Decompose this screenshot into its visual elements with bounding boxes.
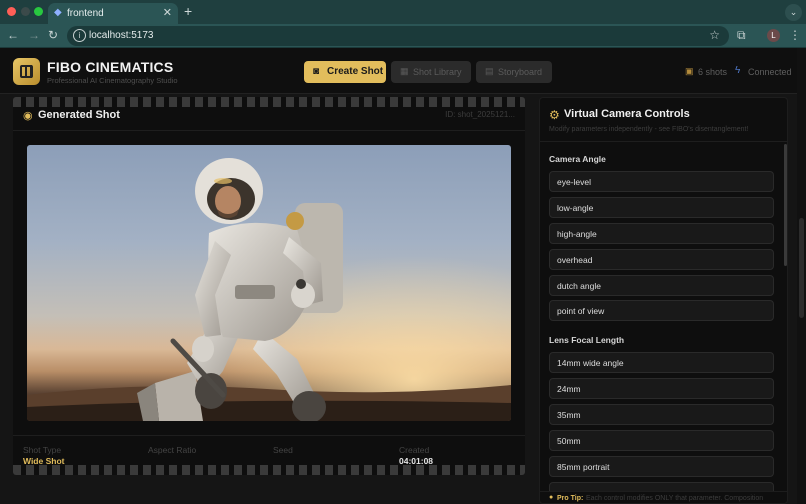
forward-arrow-icon[interactable]: → xyxy=(28,28,40,42)
app-header: FIBO CINEMATICS Professional AI Cinemato… xyxy=(0,48,806,94)
camera-icon: ◙ xyxy=(313,66,320,77)
address-bar[interactable]: i localhost:5173 ☆ xyxy=(67,26,729,46)
lens-option-85mm[interactable]: 85mm portrait xyxy=(549,456,774,477)
angle-option-eye-level[interactable]: eye-level xyxy=(549,171,774,192)
tab-title: frontend xyxy=(67,8,104,19)
storyboard-button[interactable]: ▤ Storyboard xyxy=(476,61,552,83)
brand-title: FIBO CINEMATICS xyxy=(47,59,174,75)
angle-option-high-angle[interactable]: high-angle xyxy=(549,223,774,244)
shot-type-label: Shot Type xyxy=(23,445,62,455)
angle-option-low-angle[interactable]: low-angle xyxy=(549,197,774,218)
window-maximize-button[interactable] xyxy=(34,7,43,16)
shot-library-button[interactable]: ▦ Shot Library xyxy=(391,61,471,83)
window-minimize-button[interactable] xyxy=(21,7,30,16)
film-icon: ▤ xyxy=(485,66,494,76)
reload-icon[interactable]: ↻ xyxy=(48,28,58,42)
vite-favicon-icon: ◆ xyxy=(54,7,62,18)
generated-shot-panel: ◉ Generated Shot ID: shot_2025121... Sho… xyxy=(13,97,525,475)
back-arrow-icon[interactable]: ← xyxy=(7,28,19,42)
url-text[interactable]: localhost:5173 xyxy=(89,30,154,41)
bookmark-star-icon[interactable]: ☆ xyxy=(709,28,720,42)
lens-option-50mm[interactable]: 50mm xyxy=(549,430,774,451)
lightning-icon: ϟ xyxy=(735,65,741,76)
shots-count: 6 shots xyxy=(698,67,728,77)
profile-avatar[interactable]: L xyxy=(767,29,780,42)
browser-menu-icon[interactable]: ⋮ xyxy=(789,28,801,42)
image-count-icon: ▣ xyxy=(685,66,694,76)
seed-label: Seed xyxy=(273,445,293,455)
controls-title: Virtual Camera Controls xyxy=(564,108,690,120)
filmstrip-border-bottom xyxy=(13,465,525,475)
camera-controls-panel: ⚙ Virtual Camera Controls Modify paramet… xyxy=(539,97,788,504)
film-logo-icon xyxy=(13,58,40,85)
aspect-ratio-label: Aspect Ratio xyxy=(148,445,197,455)
site-info-icon[interactable]: i xyxy=(73,29,86,42)
shot-library-label: Shot Library xyxy=(413,67,462,77)
tab-close-icon[interactable]: ✕ xyxy=(163,6,172,19)
angle-option-point-of-view[interactable]: point of view xyxy=(549,300,774,321)
astronaut-illustration xyxy=(27,145,511,421)
generated-shot-image[interactable] xyxy=(27,145,511,421)
pro-tip-label: Pro Tip: xyxy=(557,495,584,502)
create-shot-button[interactable]: ◙ Create Shot xyxy=(304,61,386,83)
browser-tab-strip: ◆ frontend ✕ + ⌄ xyxy=(0,0,806,24)
filmstrip-border-top xyxy=(13,97,525,107)
controls-subtitle: Modify parameters independently - see FI… xyxy=(549,126,749,133)
controls-scrollbar[interactable] xyxy=(784,144,787,266)
lens-option-24mm[interactable]: 24mm xyxy=(549,378,774,399)
created-label: Created xyxy=(399,445,430,455)
page-scrollbar[interactable] xyxy=(797,48,806,504)
angle-option-dutch-angle[interactable]: dutch angle xyxy=(549,275,774,296)
browser-toolbar: ← → ↻ i localhost:5173 ☆ ⧉ L ⋮ xyxy=(0,24,806,48)
connection-status: Connected xyxy=(748,67,792,77)
new-tab-icon[interactable]: + xyxy=(184,3,192,19)
create-shot-label: Create Shot xyxy=(327,66,384,77)
browser-tab[interactable]: ◆ frontend ✕ xyxy=(48,3,178,24)
lightbulb-icon: ● xyxy=(549,494,554,501)
shot-id: ID: shot_2025121... xyxy=(445,110,515,119)
lens-title: Lens Focal Length xyxy=(549,335,625,345)
gear-icon: ⚙ xyxy=(549,108,560,122)
eye-icon: ◉ xyxy=(23,110,33,122)
panel-title: Generated Shot xyxy=(38,109,120,121)
pro-tip-text: Each control modifies ONLY that paramete… xyxy=(586,495,764,502)
brand-subtitle: Professional AI Cinematography Studio xyxy=(47,76,178,85)
window-close-button[interactable] xyxy=(7,7,16,16)
pro-tip-bar: ● Pro Tip: Each control modifies ONLY th… xyxy=(540,491,787,503)
lens-option-14mm[interactable]: 14mm wide angle xyxy=(549,352,774,373)
camera-angle-title: Camera Angle xyxy=(549,154,606,164)
extensions-puzzle-icon[interactable]: ⧉ xyxy=(737,28,746,43)
lens-option-35mm[interactable]: 35mm xyxy=(549,404,774,425)
angle-option-overhead[interactable]: overhead xyxy=(549,249,774,270)
tab-search-icon[interactable]: ⌄ xyxy=(785,4,802,21)
grid-icon: ▦ xyxy=(400,66,409,76)
storyboard-label: Storyboard xyxy=(498,67,543,77)
